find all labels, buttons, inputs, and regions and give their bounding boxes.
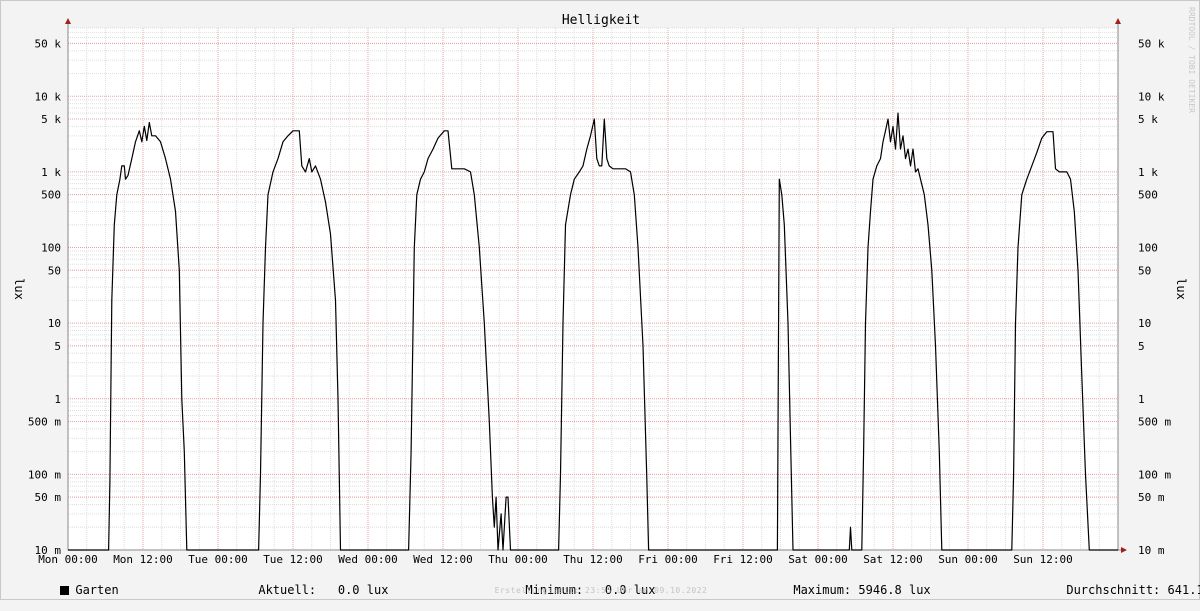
legend-row: Garten Aktuell: 0.0 lux Minimum: 0.0 lux… — [1, 567, 1200, 597]
y-tick-label-right: 5 k — [1138, 113, 1158, 126]
y-tick-label-left: 50 k — [35, 37, 62, 50]
x-tick-label: Mon 00:00 — [38, 553, 98, 566]
y-tick-label-left: 1 — [54, 393, 61, 406]
y-tick-label-right: 100 — [1138, 242, 1158, 255]
y-axis-label-right: lux — [1174, 278, 1188, 300]
x-tick-label: Fri 00:00 — [638, 553, 698, 566]
x-tick-label: Fri 12:00 — [713, 553, 773, 566]
y-tick-label-left: 50 m — [35, 491, 62, 504]
y-tick-label-left: 50 — [48, 264, 61, 277]
y-tick-label-right: 50 — [1138, 264, 1151, 277]
x-tick-label: Wed 12:00 — [413, 553, 473, 566]
y-tick-label-right: 50 m — [1138, 491, 1165, 504]
y-tick-label-left: 100 m — [28, 468, 61, 481]
x-tick-label: Tue 12:00 — [263, 553, 323, 566]
x-tick-label: Sat 12:00 — [863, 553, 923, 566]
y-axis-arrow-right — [1115, 18, 1121, 24]
y-tick-label-left: 1 k — [41, 166, 61, 179]
x-tick-label: Sun 12:00 — [1013, 553, 1073, 566]
creation-time-footer: Erstellungszeit: 23:55 Uhr am 09.10.2022 — [494, 586, 708, 595]
y-axis-label-left: lux — [12, 278, 26, 300]
y-tick-label-left: 500 m — [28, 416, 61, 429]
x-axis-arrow — [1121, 547, 1127, 553]
x-tick-label: Thu 00:00 — [488, 553, 548, 566]
x-tick-label: Sat 00:00 — [788, 553, 848, 566]
y-tick-label-right: 500 — [1138, 189, 1158, 202]
y-tick-label-right: 5 — [1138, 340, 1145, 353]
y-tick-label-right: 500 m — [1138, 416, 1171, 429]
y-tick-label-right: 10 — [1138, 317, 1151, 330]
brightness-chart: 10 m 10 m50 m 50 m100 m 100 m500 m 500 m1 15 5… — [12, 7, 1196, 566]
y-tick-label-left: 5 — [54, 340, 61, 353]
chart-frame: 10 m 10 m 50 m 50 m 100 m 100 m 500 m 500 m1155… — [0, 0, 1200, 600]
x-tick-label: Wed 00:00 — [338, 553, 398, 566]
y-tick-label-right: 10 m — [1138, 544, 1165, 557]
y-tick-label-right: 50 k — [1138, 37, 1165, 50]
x-tick-label: Mon 12:00 — [113, 553, 173, 566]
y-tick-label-left: 500 — [41, 189, 61, 202]
y-tick-label-right: 1 — [1138, 393, 1145, 406]
y-tick-label-left: 100 — [41, 242, 61, 255]
y-tick-label-left: 5 k — [41, 113, 61, 126]
rrdtool-watermark: RRDTOOL / TOBI OETIKER — [1187, 7, 1196, 113]
y-tick-label-left: 10 — [48, 317, 61, 330]
y-tick-label-right: 100 m — [1138, 468, 1171, 481]
y-axis-arrow-left — [65, 18, 71, 24]
chart-title: Helligkeit — [562, 13, 640, 28]
y-tick-label-right: 1 k — [1138, 166, 1158, 179]
x-tick-label: Sun 00:00 — [938, 553, 998, 566]
y-tick-label-right: 10 k — [1138, 90, 1165, 103]
x-tick-label: Thu 12:00 — [563, 553, 623, 566]
y-tick-label-left: 10 k — [35, 90, 62, 103]
x-tick-label: Tue 00:00 — [188, 553, 248, 566]
